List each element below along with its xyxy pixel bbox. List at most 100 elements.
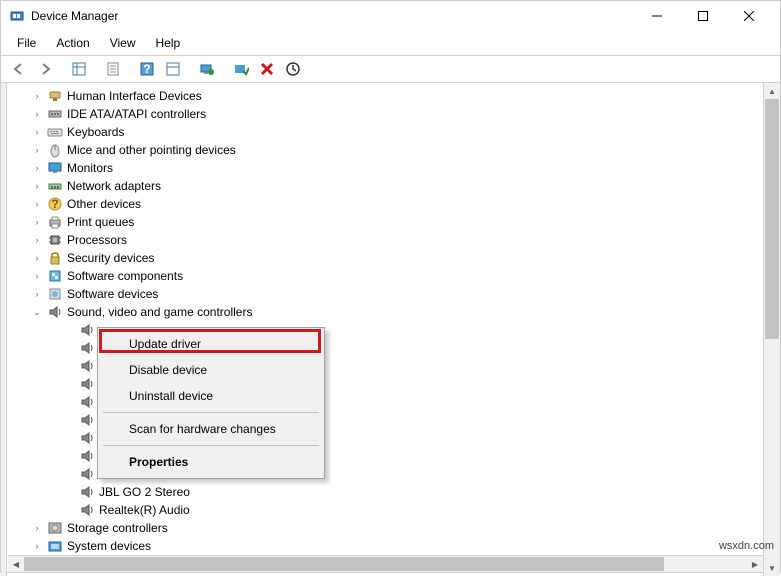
device-item[interactable]: JBL GO 2 Stereo — [7, 483, 763, 501]
chevron-right-icon[interactable]: › — [31, 180, 43, 192]
device-category[interactable]: ›Keyboards — [7, 123, 763, 141]
mouse-icon — [47, 142, 63, 158]
chevron-right-icon[interactable]: › — [31, 540, 43, 552]
chevron-right-icon[interactable] — [63, 468, 75, 480]
chevron-right-icon[interactable]: › — [31, 234, 43, 246]
menu-file[interactable]: File — [9, 33, 44, 53]
device-category[interactable]: ›System devices — [7, 537, 763, 555]
show-hide-tree-button[interactable] — [67, 58, 91, 80]
swd-icon — [47, 286, 63, 302]
device-category[interactable]: › IDE ATA/ATAPI controllers — [7, 105, 763, 123]
update-driver-button[interactable] — [195, 58, 219, 80]
print-icon — [47, 214, 63, 230]
tree-item-label: Mice and other pointing devices — [67, 143, 236, 157]
device-category[interactable]: › Human Interface Devices — [7, 87, 763, 105]
ctx-uninstall-device[interactable]: Uninstall device — [101, 383, 321, 409]
device-category[interactable]: › Mice and other pointing devices — [7, 141, 763, 159]
scroll-thumb[interactable] — [765, 99, 779, 339]
menu-help[interactable]: Help — [148, 33, 189, 53]
chevron-right-icon[interactable] — [63, 324, 75, 336]
scroll-up-arrow[interactable]: ▲ — [764, 83, 780, 99]
maximize-button[interactable] — [680, 1, 726, 31]
action-button[interactable] — [161, 58, 185, 80]
menu-action[interactable]: Action — [48, 33, 97, 53]
close-button[interactable] — [726, 1, 772, 31]
keyboard-icon — [47, 124, 63, 140]
scroll-right-arrow[interactable]: ▶ — [747, 556, 763, 572]
device-category[interactable]: ⌄Sound, video and game controllers — [7, 303, 763, 321]
horizontal-scrollbar[interactable]: ◀ ▶ — [8, 555, 763, 572]
chevron-right-icon[interactable]: › — [31, 108, 43, 120]
device-category[interactable]: ›Network adapters — [7, 177, 763, 195]
sound-icon — [79, 394, 95, 410]
cpu-icon — [47, 232, 63, 248]
device-category[interactable]: › Storage controllers — [7, 519, 763, 537]
scan-hardware-button[interactable] — [281, 58, 305, 80]
menu-view[interactable]: View — [102, 33, 144, 53]
device-category[interactable]: › Security devices — [7, 249, 763, 267]
chevron-right-icon[interactable]: › — [31, 270, 43, 282]
chevron-right-icon[interactable]: › — [31, 522, 43, 534]
uninstall-button[interactable] — [255, 58, 279, 80]
chevron-right-icon[interactable]: › — [31, 252, 43, 264]
ctx-scan-hardware[interactable]: Scan for hardware changes — [101, 416, 321, 442]
chevron-right-icon[interactable]: › — [31, 126, 43, 138]
sound-icon — [47, 304, 63, 320]
tree-item-label: IDE ATA/ATAPI controllers — [67, 107, 206, 121]
ctx-properties[interactable]: Properties — [101, 449, 321, 475]
device-category[interactable]: ›Software components — [7, 267, 763, 285]
enable-button[interactable] — [229, 58, 253, 80]
tree-item-label: Storage controllers — [67, 521, 168, 535]
chevron-right-icon[interactable] — [63, 378, 75, 390]
chevron-right-icon[interactable]: › — [31, 144, 43, 156]
chevron-right-icon[interactable] — [63, 450, 75, 462]
watermark: wsxdn.com — [719, 540, 774, 552]
chevron-right-icon[interactable] — [63, 342, 75, 354]
toolbar: ? — [1, 55, 780, 83]
device-category[interactable]: › Print queues — [7, 213, 763, 231]
storage-icon — [47, 520, 63, 536]
tree-item-label: Print queues — [67, 215, 134, 229]
sound-icon — [79, 340, 95, 356]
chevron-right-icon[interactable] — [63, 504, 75, 516]
device-category[interactable]: ›Processors — [7, 231, 763, 249]
device-category[interactable]: ›Software devices — [7, 285, 763, 303]
device-item[interactable]: Realtek(R) Audio — [7, 501, 763, 519]
chevron-right-icon[interactable]: › — [31, 288, 43, 300]
scroll-left-arrow[interactable]: ◀ — [8, 556, 24, 572]
chevron-right-icon[interactable] — [63, 414, 75, 426]
tree-item-label: Realtek(R) Audio — [99, 503, 190, 517]
ctx-disable-device[interactable]: Disable device — [101, 357, 321, 383]
forward-button[interactable] — [33, 58, 57, 80]
help-button[interactable]: ? — [135, 58, 159, 80]
ide-icon — [47, 106, 63, 122]
vertical-scrollbar[interactable]: ▲ ▼ — [763, 83, 780, 576]
device-category[interactable]: ›?Other devices — [7, 195, 763, 213]
properties-button[interactable] — [101, 58, 125, 80]
ctx-update-driver[interactable]: Update driver — [101, 331, 321, 357]
chevron-right-icon[interactable]: › — [31, 90, 43, 102]
chevron-right-icon[interactable]: › — [31, 198, 43, 210]
tree-item-label: JBL GO 2 Stereo — [99, 485, 190, 499]
tree-item-label: Human Interface Devices — [67, 89, 202, 103]
scroll-down-arrow[interactable]: ▼ — [764, 560, 780, 576]
chevron-down-icon[interactable]: ⌄ — [31, 306, 43, 318]
hscroll-thumb[interactable] — [24, 557, 664, 571]
tree-item-label: Other devices — [67, 197, 141, 211]
device-category[interactable]: ›Monitors — [7, 159, 763, 177]
minimize-button[interactable] — [634, 1, 680, 31]
sound-icon — [79, 376, 95, 392]
hid-icon — [47, 88, 63, 104]
chevron-right-icon[interactable]: › — [31, 162, 43, 174]
ctx-separator — [103, 445, 319, 446]
system-icon — [47, 538, 63, 554]
sound-icon — [79, 412, 95, 428]
chevron-right-icon[interactable]: › — [31, 216, 43, 228]
chevron-right-icon[interactable] — [63, 486, 75, 498]
chevron-right-icon[interactable] — [63, 432, 75, 444]
tree-item-label: Security devices — [67, 251, 154, 265]
chevron-right-icon[interactable] — [63, 396, 75, 408]
back-button[interactable] — [7, 58, 31, 80]
sound-icon — [79, 430, 95, 446]
chevron-right-icon[interactable] — [63, 360, 75, 372]
